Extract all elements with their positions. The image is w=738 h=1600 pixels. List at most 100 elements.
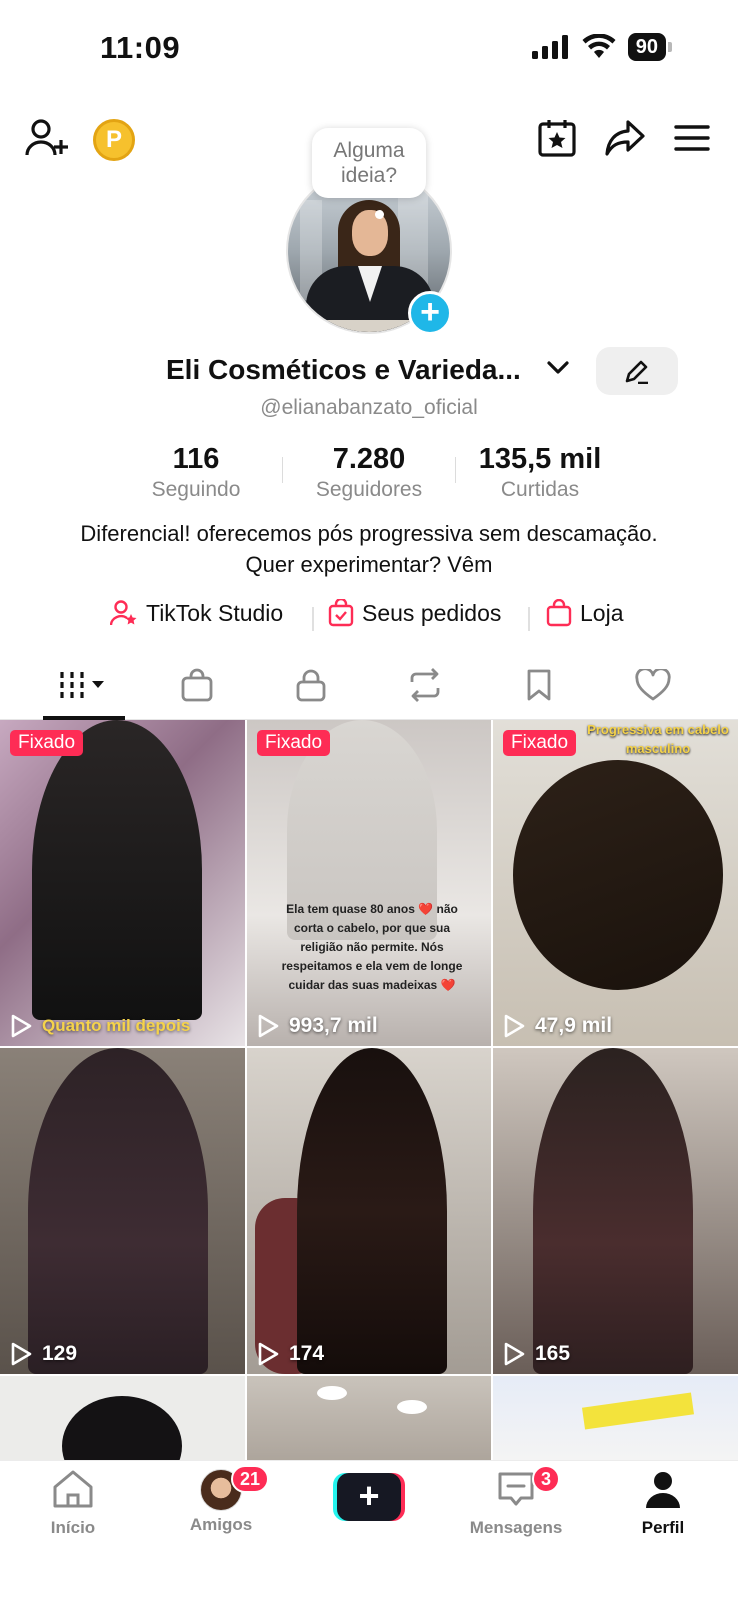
nav-profile[interactable]: Perfil: [603, 1469, 723, 1538]
tab-private[interactable]: [254, 650, 368, 720]
nav-label: Mensagens: [469, 1518, 563, 1537]
orders-link[interactable]: Seus pedidos: [328, 599, 501, 627]
repost-icon: [410, 668, 440, 702]
bottom-nav: Início Amigos 21 + Mensagens 3 Perfil: [0, 1460, 738, 1600]
idea-bubble[interactable]: Alguma ideia?: [312, 128, 426, 198]
friends-badge: 21: [231, 1465, 270, 1493]
pencil-icon: [625, 360, 648, 384]
status-icons: 90: [531, 33, 672, 61]
stat-label: Seguindo: [151, 478, 241, 501]
view-count: 165: [503, 1342, 570, 1366]
videos-grid-icon: [60, 672, 104, 698]
hamburger-icon: [674, 125, 710, 151]
status-time: 11:09: [100, 30, 181, 65]
video-tile[interactable]: [247, 1376, 491, 1460]
view-count-text: 993,7 mil: [289, 1014, 378, 1037]
pinned-badge: Fixado: [257, 730, 331, 756]
add-user-icon: [25, 119, 68, 156]
stat-followers[interactable]: 7.280 Seguidores: [294, 443, 444, 502]
tiktok-studio-link[interactable]: TikTok Studio: [110, 599, 283, 627]
stat-value: 135,5 mil: [478, 443, 602, 475]
stat-divider: [282, 457, 283, 483]
view-count: 129: [10, 1342, 77, 1366]
profile-username: @elianabanzato_oficial: [260, 396, 478, 419]
bookmark-icon: [527, 669, 551, 701]
tab-liked[interactable]: [596, 650, 710, 720]
view-count-text: 47,9 mil: [535, 1014, 613, 1037]
wifi-icon: [582, 34, 616, 58]
video-tile[interactable]: [493, 1376, 738, 1460]
stat-value: 7.280: [332, 443, 406, 475]
heart-icon: [635, 669, 671, 701]
link-divider: [528, 607, 530, 631]
link-divider: [312, 607, 314, 631]
stat-value: 116: [172, 443, 220, 475]
view-count-text: 165: [535, 1342, 571, 1365]
video-tile[interactable]: 165: [493, 1048, 738, 1374]
tab-videos[interactable]: [27, 650, 141, 720]
play-icon: [258, 1342, 279, 1366]
shop-bag-icon: [546, 599, 572, 627]
video-tile[interactable]: [0, 1376, 245, 1460]
video-caption: Quanto mil depois: [10, 1014, 190, 1038]
play-icon: [11, 1014, 32, 1038]
events-button[interactable]: [535, 116, 579, 160]
pinned-badge: Fixado: [10, 730, 84, 756]
stat-divider: [455, 457, 456, 483]
play-icon: [11, 1342, 32, 1366]
nav-label: Início: [50, 1518, 96, 1537]
video-tile[interactable]: 174: [247, 1048, 491, 1374]
video-tile[interactable]: Fixado Progressiva em cabelo masculino 4…: [493, 720, 738, 1046]
profile-tabs: [0, 650, 738, 720]
stat-likes[interactable]: 135,5 mil Curtidas: [465, 443, 615, 502]
play-icon: [504, 1342, 525, 1366]
coins-button[interactable]: P: [90, 116, 138, 164]
link-label: TikTok Studio: [146, 599, 284, 626]
view-count-text: 129: [42, 1342, 78, 1365]
home-icon: [53, 1470, 93, 1508]
create-button[interactable]: +: [333, 1473, 405, 1521]
battery-cap: [668, 42, 672, 52]
play-icon: [504, 1014, 525, 1038]
shop-bag-icon: [181, 668, 213, 702]
battery-level: 90: [627, 33, 666, 61]
pinned-badge: Fixado: [503, 730, 577, 756]
view-count: 47,9 mil: [503, 1014, 612, 1038]
play-icon: [258, 1014, 279, 1038]
stat-following[interactable]: 116 Seguindo: [121, 443, 271, 502]
message-icon: [498, 1472, 534, 1506]
share-icon: [605, 120, 645, 156]
tab-favorites[interactable]: [482, 650, 596, 720]
user-star-icon: [110, 600, 137, 626]
video-tile[interactable]: Fixado Quanto mil depois: [0, 720, 245, 1046]
tab-shop[interactable]: [140, 650, 254, 720]
add-friend-button[interactable]: [22, 116, 72, 160]
caption-text: Quanto mil depois: [42, 1016, 191, 1035]
tab-reposts[interactable]: [368, 650, 482, 720]
chevron-down-icon[interactable]: [547, 360, 569, 376]
coin-icon: P: [93, 119, 135, 161]
video-caption: Progressiva em cabelo masculino: [587, 722, 729, 756]
bubble-tail: [375, 210, 384, 219]
edit-profile-button[interactable]: [596, 347, 678, 395]
link-label: Loja: [580, 599, 624, 626]
calendar-star-icon: [538, 120, 576, 157]
video-tile[interactable]: Fixado Ela tem quase 80 anos ❤️ não cort…: [247, 720, 491, 1046]
signal-icon: [531, 35, 568, 59]
lock-icon: [296, 669, 326, 702]
view-count: 174: [257, 1342, 324, 1366]
profile-name[interactable]: Eli Cosméticos e Varieda...: [166, 354, 521, 386]
profile-bio: Diferencial! oferecemos pós progressiva …: [80, 521, 658, 577]
share-profile-button[interactable]: [602, 116, 648, 160]
video-caption: Ela tem quase 80 anos ❤️ não corta o cab…: [281, 902, 463, 992]
video-grid: Fixado Quanto mil depois Fixado Ela tem …: [0, 720, 738, 1460]
link-label: Seus pedidos: [362, 599, 502, 626]
nav-home[interactable]: Início: [13, 1469, 133, 1538]
stat-label: Curtidas: [500, 478, 580, 501]
shop-link[interactable]: Loja: [546, 599, 623, 627]
battery-indicator: 90: [627, 33, 672, 61]
add-story-button[interactable]: +: [408, 291, 452, 335]
video-tile[interactable]: 129: [0, 1048, 245, 1374]
view-count-text: 174: [289, 1342, 325, 1365]
menu-button[interactable]: [672, 118, 712, 158]
